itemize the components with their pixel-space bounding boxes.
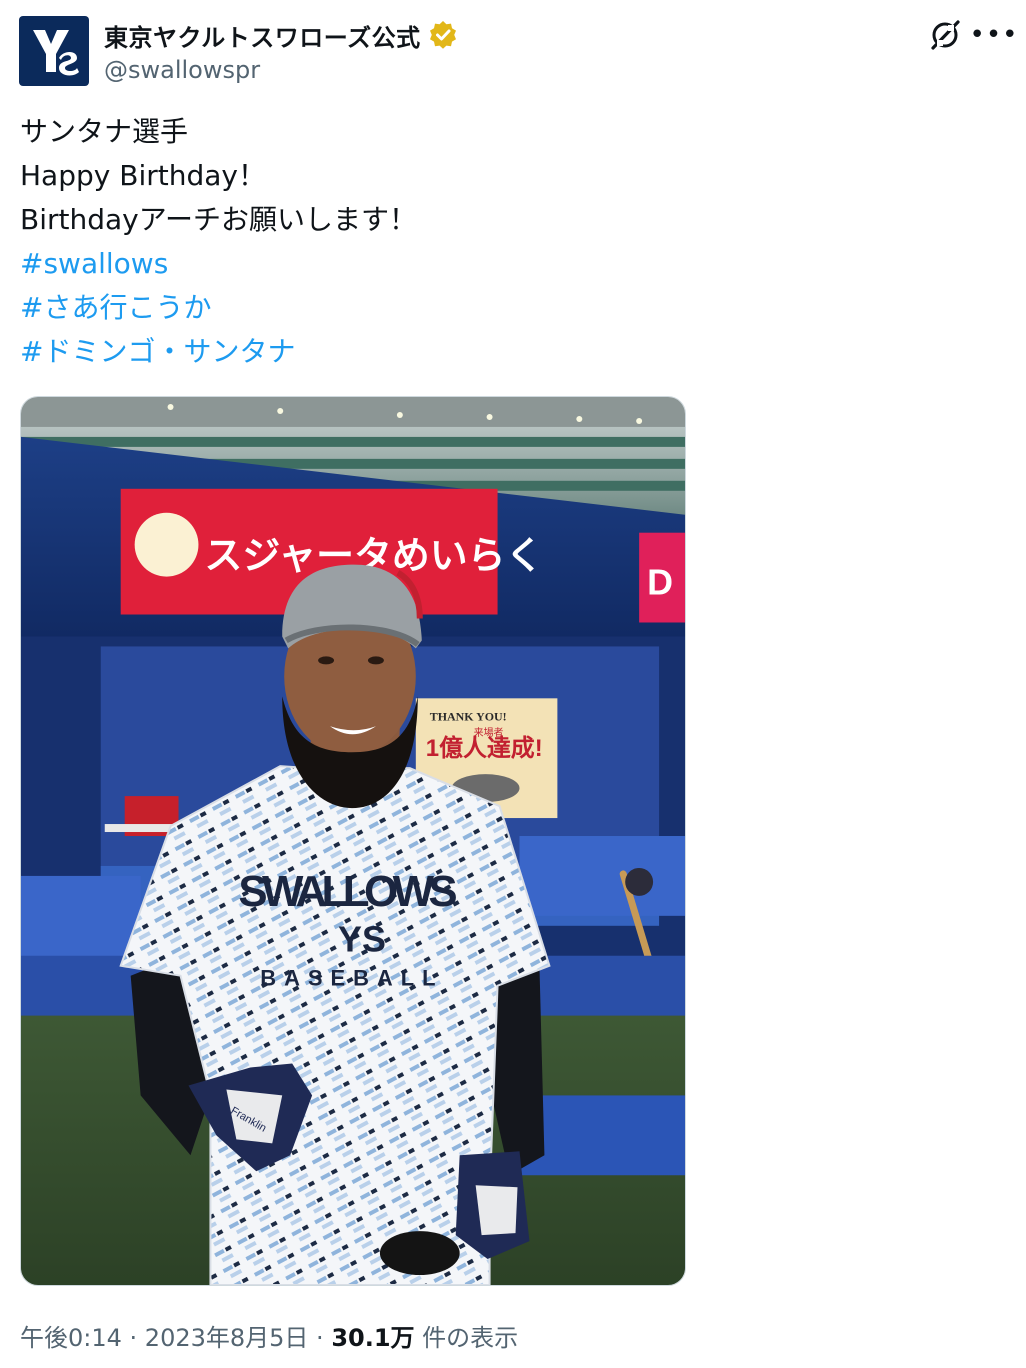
verified-badge-icon	[429, 21, 457, 49]
tweet-photo[interactable]: スジャータめいらく D THANK YOU! 来場者 1億人達成! SWALLO…	[20, 396, 686, 1286]
handle[interactable]: @swallowspr	[104, 56, 260, 84]
hashtag-link[interactable]: #ドミンゴ・サンタナ	[20, 330, 980, 374]
hashtag-link[interactable]: #swallows	[20, 242, 980, 286]
views-label: 件の表示	[414, 1324, 519, 1352]
tweet-time[interactable]: 午後0:14	[20, 1324, 122, 1352]
svg-text:YS: YS	[338, 920, 386, 960]
tweet-line: Birthdayアーチお願いします！	[20, 203, 418, 236]
tweet-date[interactable]: 2023年8月5日	[145, 1324, 309, 1352]
sign-top-text: THANK YOU!	[430, 709, 507, 723]
banner-right-text: D	[647, 563, 673, 603]
separator: ·	[121, 1324, 145, 1352]
tweet-line: サンタナ選手	[20, 115, 189, 148]
more-options-icon[interactable]: •••	[970, 18, 1018, 52]
avatar[interactable]	[19, 16, 89, 86]
shirt-sub-text: BASEBALL	[260, 966, 443, 991]
swallows-logo-icon	[23, 20, 85, 82]
shirt-main-text: SWALLOWS	[238, 867, 457, 916]
grok-icon[interactable]	[926, 16, 964, 54]
display-name[interactable]: 東京ヤクルトスワローズ公式	[104, 18, 421, 53]
tweet-text: サンタナ選手 Happy Birthday！ Birthdayアーチお願いします…	[20, 110, 980, 374]
views-count: 30.1万	[331, 1324, 415, 1352]
hashtag-link[interactable]: #さあ行こうか	[20, 286, 980, 330]
sign-main-text: 1億人達成!	[426, 734, 543, 762]
tweet-line: Happy Birthday！	[20, 159, 266, 192]
display-name-row: 東京ヤクルトスワローズ公式	[104, 18, 457, 52]
tweet-meta: 午後0:14 · 2023年8月5日 · 30.1万 件の表示	[20, 1318, 518, 1353]
separator: ·	[308, 1324, 332, 1352]
